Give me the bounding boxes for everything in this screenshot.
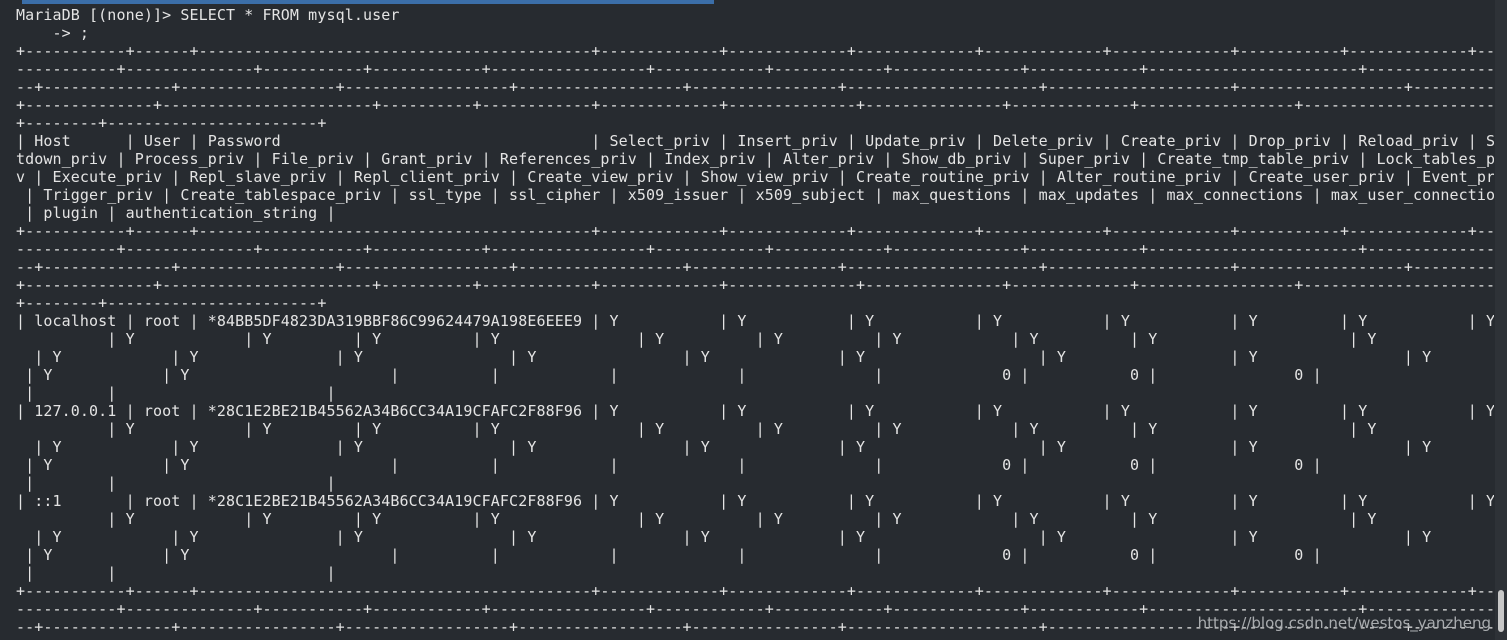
table-row-line: | Y | Y | | | | | 0 | 0 | 0 | 0 (16, 546, 1494, 564)
table-row-line: | | | (16, 474, 336, 492)
table-border-line: +--------+-----------------------+ (16, 114, 327, 132)
table-header-line: | plugin | authentication_string | (16, 204, 336, 222)
table-row-line: | Y | Y | Y | Y | Y | Y | Y | Y | Y (16, 438, 1494, 456)
table-row-line: | Y | Y | | | | | 0 | 0 | 0 | 0 (16, 456, 1494, 474)
table-row-line: | Y | Y | Y | Y | Y | Y | Y | Y | Y | Y (16, 420, 1494, 438)
table-row-line: | Y | Y | Y | Y | Y | Y | Y | Y | Y (16, 528, 1494, 546)
table-row-line: | 127.0.0.1 | root | *28C1E2BE21B45562A3… (16, 402, 1494, 420)
terminal-output[interactable]: MariaDB [(none)]> SELECT * FROM mysql.us… (16, 6, 1494, 640)
table-header-line: | Trigger_priv | Create_tablespace_priv … (16, 186, 1494, 204)
table-border-line: +--------+-----------------------+ (16, 294, 327, 312)
table-row-line: | Y | Y | Y | Y | Y | Y | Y | Y | Y (16, 348, 1494, 366)
table-row-line: | ::1 | root | *28C1E2BE21B45562A34B6CC3… (16, 492, 1494, 510)
table-border-line: --+--------------+-----------------+----… (16, 78, 1494, 96)
table-border-line: +-----------+------+--------------------… (16, 222, 1494, 240)
table-border-line: +--------------+-----------------------+… (16, 276, 1494, 294)
window-top-accent-bar (22, 0, 714, 4)
table-border-line: +-----------+------+--------------------… (16, 42, 1494, 60)
table-row-line: | Y | Y | | | | | 0 | 0 | 0 | 0 (16, 366, 1494, 384)
terminal-line: MariaDB [(none)]> SELECT * FROM mysql.us… (16, 6, 400, 24)
table-header-line: tdown_priv | Process_priv | File_priv | … (16, 150, 1494, 168)
vertical-scrollbar[interactable] (1495, 0, 1507, 640)
table-border-line: +-----------+------+--------------------… (16, 582, 1494, 600)
table-row-line: | localhost | root | *84BB5DF4823DA319BB… (16, 312, 1494, 330)
watermark-text: https://blog.csdn.net/westos_yanzheng (1197, 614, 1491, 632)
table-header-line: | Host | User | Password | Select_priv |… (16, 132, 1494, 150)
table-border-line: -----------+--------------+-----------+-… (16, 60, 1494, 78)
table-border-line: -----------+--------------+-----------+-… (16, 240, 1494, 258)
table-row-line: | | | (16, 564, 336, 582)
table-row-line: | | | (16, 384, 336, 402)
table-row-line: | Y | Y | Y | Y | Y | Y | Y | Y | Y | Y (16, 510, 1494, 528)
table-row-line: | Y | Y | Y | Y | Y | Y | Y | Y | Y | Y (16, 330, 1494, 348)
terminal-line: -> ; (16, 24, 90, 42)
table-border-line: +--------------+-----------------------+… (16, 96, 1494, 114)
table-header-line: v | Execute_priv | Repl_slave_priv | Rep… (16, 168, 1494, 186)
scrollbar-thumb[interactable] (1498, 590, 1504, 632)
table-border-line: --+--------------+-----------------+----… (16, 258, 1494, 276)
